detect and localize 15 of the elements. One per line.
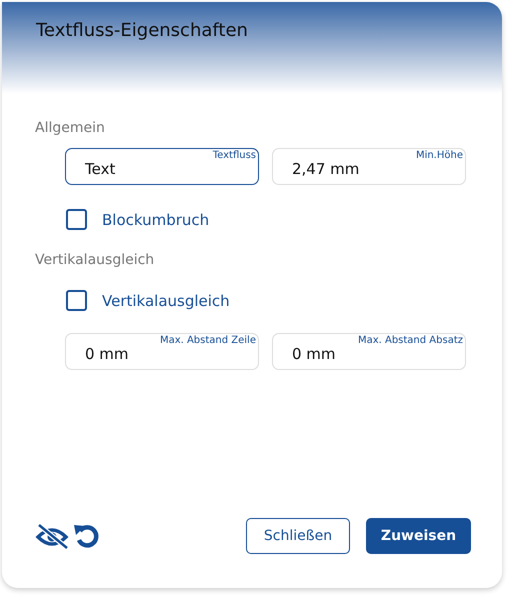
checkbox[interactable]	[66, 290, 87, 311]
hidden-eye-icon[interactable]	[35, 523, 69, 549]
checkbox[interactable]	[66, 209, 87, 230]
checkbox-label[interactable]: Blockumbruch	[102, 210, 210, 228]
undo-icon[interactable]	[73, 522, 101, 550]
dialog-title: Textfluss-Eigenschaften	[36, 20, 248, 41]
section-heading: Allgemein	[35, 120, 106, 136]
input-field[interactable]: Min.Höhe 2,47 mm	[272, 148, 466, 185]
section-heading: Vertikalausgleich	[35, 252, 156, 268]
apply-button[interactable]: Zuweisen	[366, 518, 471, 554]
input-field[interactable]: Max. Abstand Zeile 0 mm	[65, 333, 259, 370]
input-field[interactable]: Max. Abstand Absatz 0 mm	[272, 333, 466, 370]
close-button[interactable]: Schließen	[246, 518, 350, 554]
checkbox-label[interactable]: Vertikalausgleich	[102, 292, 230, 310]
input-field[interactable]: Textfluss Text	[65, 148, 259, 185]
